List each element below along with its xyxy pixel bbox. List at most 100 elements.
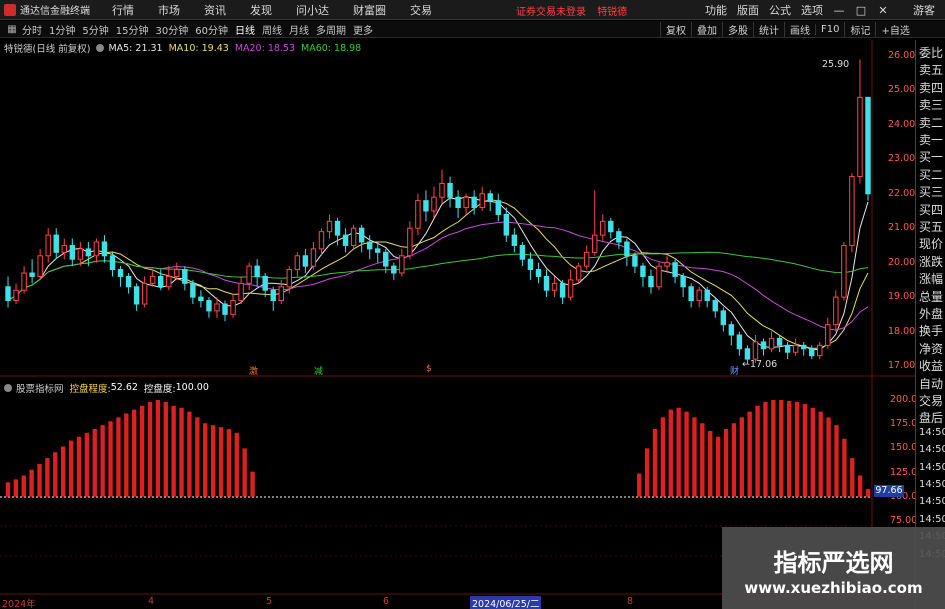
event-mark-3[interactable]: $ xyxy=(426,364,432,374)
control-label: 控盘度: xyxy=(143,383,176,395)
price-axis-label: 24.00 xyxy=(888,118,916,130)
quote-panel-item[interactable]: 14:50 xyxy=(919,496,945,507)
quote-panel-item[interactable]: 14:50 xyxy=(919,514,945,525)
candle-body xyxy=(608,220,614,233)
candle-body xyxy=(776,337,783,346)
candle xyxy=(439,169,445,205)
candle-body xyxy=(736,334,743,350)
candle-body xyxy=(391,265,397,274)
candle xyxy=(712,297,718,318)
quote-panel-item[interactable]: 交易 xyxy=(919,392,943,409)
indicator-settings-icon[interactable] xyxy=(4,383,12,392)
candle-body xyxy=(214,303,220,312)
event-mark-1[interactable]: 激 xyxy=(249,364,258,377)
candle xyxy=(447,176,453,208)
quote-panel-item[interactable]: 涨跌 xyxy=(919,253,943,270)
candle xyxy=(415,193,421,236)
indicator-legend: 股票指标网 控盘程度: 52.62 控盘度: 100.00 xyxy=(4,381,215,395)
candle-body xyxy=(358,227,365,243)
candle-body xyxy=(833,296,839,326)
candle xyxy=(326,214,333,239)
ma20-line xyxy=(7,221,869,331)
quote-panel-item[interactable]: 买五 xyxy=(919,218,943,235)
quote-panel-item[interactable]: 卖一 xyxy=(919,131,943,148)
quote-panel-item[interactable]: 外盘 xyxy=(919,305,943,322)
candle xyxy=(776,335,783,353)
quote-panel-item[interactable]: 卖四 xyxy=(919,79,943,96)
candle xyxy=(784,341,791,360)
candle-body xyxy=(519,244,526,260)
quote-panel-item[interactable]: 买二 xyxy=(919,166,943,183)
candle xyxy=(61,238,67,260)
candle-body xyxy=(696,289,702,302)
candle-body xyxy=(149,275,156,284)
candle xyxy=(21,266,27,294)
watermark-banner: 指标严选网 www.xuezhibiao.com xyxy=(722,527,945,609)
candle-body xyxy=(784,344,791,353)
indicator-name: 股票指标网 xyxy=(16,383,64,395)
candle xyxy=(728,321,735,346)
candle-body xyxy=(768,337,775,350)
candle-body xyxy=(543,275,550,291)
quote-panel-item[interactable]: 14:50 xyxy=(919,462,945,473)
candle-body xyxy=(53,234,59,253)
candle-body xyxy=(527,258,534,271)
candle-body xyxy=(190,282,196,298)
indicator-bars xyxy=(5,400,871,497)
event-mark-text: 财 xyxy=(730,367,740,377)
candle xyxy=(407,221,413,260)
candle xyxy=(511,228,518,253)
quote-panel-item[interactable]: 换手 xyxy=(919,322,943,339)
candle xyxy=(342,228,349,253)
quote-panel-item[interactable]: 买四 xyxy=(919,201,943,218)
quote-panel-item[interactable]: 收益 xyxy=(919,357,943,374)
quote-panel-item[interactable]: 买三 xyxy=(919,183,943,200)
quote-panel-item[interactable]: 涨幅 xyxy=(919,270,943,287)
candle-body xyxy=(648,275,654,288)
high-price-label: 25.90 xyxy=(822,59,850,70)
quote-panel-item[interactable]: 总量 xyxy=(919,288,943,305)
event-mark-4[interactable]: 财 xyxy=(730,364,739,377)
quote-panel-item[interactable]: 14:50 xyxy=(919,479,945,490)
candle-body xyxy=(13,289,19,302)
quote-panel-item[interactable]: 14:50 xyxy=(919,427,945,438)
candle-body xyxy=(640,265,646,277)
candle-body xyxy=(632,255,638,267)
quote-panel: 委比 卖五 卖四 卖三 卖二 卖一 买一 买二 买三 买四 买五 现价 涨跌 涨幅 总量 外盘 换手 净资 收益 自动… xyxy=(915,40,945,609)
candle-body xyxy=(423,200,429,212)
quote-panel-item[interactable]: 卖二 xyxy=(919,114,943,131)
quote-panel-item[interactable]: 净资 xyxy=(919,340,943,357)
quote-panel-item[interactable]: 现价 xyxy=(919,235,943,252)
quote-panel-item[interactable]: 卖三 xyxy=(919,96,943,113)
candle xyxy=(37,248,43,280)
candle-body xyxy=(656,265,662,288)
candle-body xyxy=(326,220,333,233)
candle xyxy=(600,214,606,242)
candle xyxy=(736,331,743,356)
quote-panel-item[interactable]: 14:50 xyxy=(919,444,945,455)
candle xyxy=(133,283,140,311)
candle-body xyxy=(61,244,67,253)
guest-label[interactable]: 游客 xyxy=(913,2,935,18)
event-mark-2[interactable]: 减 xyxy=(314,364,323,377)
candle xyxy=(720,307,727,332)
candle xyxy=(535,262,542,284)
kline-chart[interactable] xyxy=(0,0,915,609)
control-degree-label: 控盘程度: xyxy=(69,383,111,395)
candle xyxy=(230,293,236,318)
quote-panel-item[interactable]: 卖五 xyxy=(919,61,943,78)
candle xyxy=(624,238,630,267)
candle xyxy=(800,341,807,356)
quote-panel-item[interactable]: 盘后 xyxy=(919,409,943,426)
date-label: 2024年 xyxy=(2,599,36,609)
candle-body xyxy=(503,213,510,236)
candle xyxy=(238,276,244,304)
candle-body xyxy=(720,310,727,326)
candle xyxy=(53,228,59,260)
quote-panel-item[interactable]: 买一 xyxy=(919,148,943,165)
candle xyxy=(833,290,839,332)
candle xyxy=(632,252,638,273)
candle-body xyxy=(463,196,469,209)
quote-panel-item[interactable]: 委比 xyxy=(919,44,943,61)
quote-panel-item[interactable]: 自动 xyxy=(919,375,943,392)
